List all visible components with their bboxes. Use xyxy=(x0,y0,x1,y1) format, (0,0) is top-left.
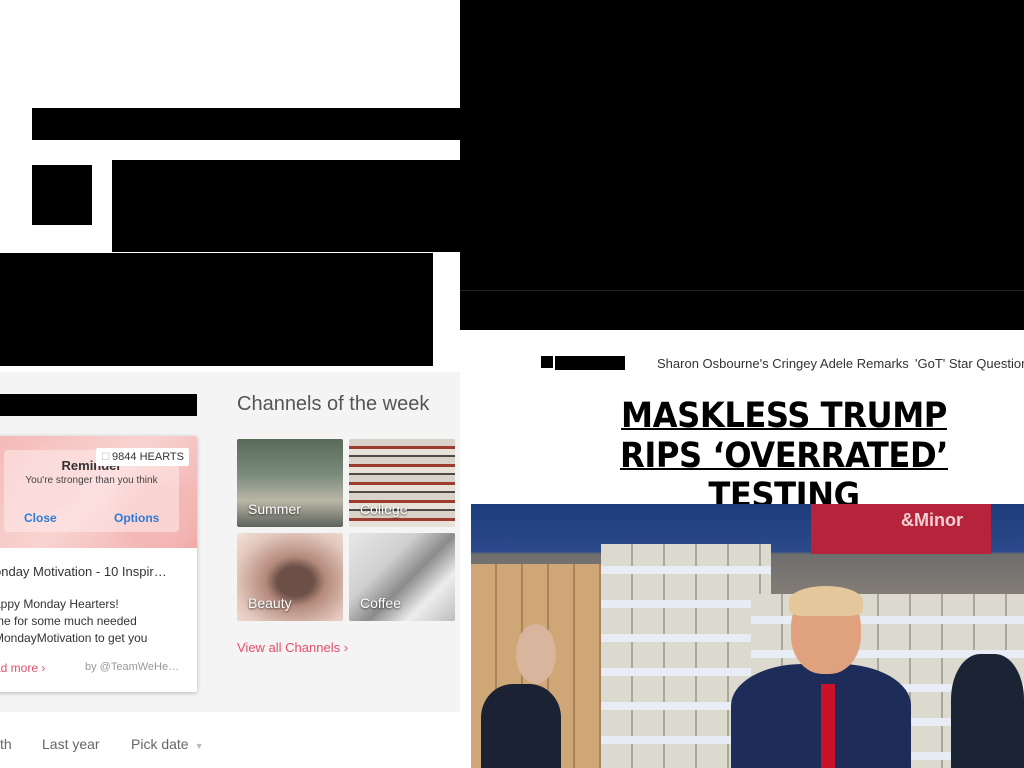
post-title[interactable]: onday Motivation - 10 Inspir… xyxy=(0,564,167,579)
read-more-link[interactable]: ad more › xyxy=(0,661,45,675)
redacted-block xyxy=(112,160,460,252)
redacted-block xyxy=(541,356,553,368)
channel-tile-college[interactable]: College xyxy=(349,439,455,527)
view-all-channels-link[interactable]: View all Channels › xyxy=(237,640,348,655)
redacted-block xyxy=(32,108,460,140)
banner-text: &Minor xyxy=(901,510,963,530)
redacted-block xyxy=(0,394,197,416)
channel-label: Beauty xyxy=(248,595,292,611)
filter-month[interactable]: th xyxy=(0,736,12,752)
filter-pick-date[interactable]: Pick date ▼ xyxy=(131,736,204,752)
redacted-block xyxy=(0,253,433,366)
post-excerpt: appy Monday Hearters! me for some much n… xyxy=(0,597,148,645)
hearts-badge[interactable]: ☐ 9844 HEARTS xyxy=(96,448,189,466)
channel-label: College xyxy=(360,501,408,517)
person-center-tie xyxy=(821,684,835,768)
channel-tile-summer[interactable]: Summer xyxy=(237,439,343,527)
post-image[interactable]: Reminder You're stronger than you think … xyxy=(0,436,197,548)
person-center-hair xyxy=(789,586,863,616)
news-pane: Sharon Osbourne's Cringey Adele Remarks … xyxy=(460,0,1024,768)
channel-label: Summer xyxy=(248,501,301,517)
post-author[interactable]: by @TeamWeHe… xyxy=(85,661,179,673)
headline-link[interactable]: MASKLESS TRUMP RIPS ‘OVERRATED’ TESTING xyxy=(587,396,981,516)
options-button[interactable]: Options xyxy=(114,511,159,525)
heart-icon: ☐ xyxy=(101,452,111,463)
pick-date-label: Pick date xyxy=(131,736,189,752)
left-pane: Channels of the week Reminder You're str… xyxy=(0,0,460,768)
trending-link[interactable]: Sharon Osbourne's Cringey Adele Remarks xyxy=(657,356,909,371)
trending-bar: Sharon Osbourne's Cringey Adele Remarks … xyxy=(460,354,1024,374)
channel-tile-coffee[interactable]: Coffee xyxy=(349,533,455,621)
close-button[interactable]: Close xyxy=(24,511,57,525)
person-left-head xyxy=(516,624,556,684)
channels-title: Channels of the week xyxy=(237,393,430,415)
redacted-header xyxy=(460,0,1024,330)
photo-banner: &Minor xyxy=(811,504,991,554)
news-photo[interactable]: &Minor xyxy=(471,504,1024,768)
chevron-down-icon: ▼ xyxy=(194,741,204,751)
redacted-block xyxy=(555,356,625,370)
reminder-subtitle: You're stronger than you think xyxy=(25,475,158,486)
hearts-count: 9844 HEARTS xyxy=(112,451,184,463)
channel-label: Coffee xyxy=(360,595,401,611)
filter-last-year[interactable]: Last year xyxy=(42,736,100,752)
divider xyxy=(460,290,1024,291)
trending-link[interactable]: 'GoT' Star Questions xyxy=(915,356,1024,371)
channel-tile-beauty[interactable]: Beauty xyxy=(237,533,343,621)
redacted-block xyxy=(32,165,92,225)
post-card[interactable]: Reminder You're stronger than you think … xyxy=(0,436,197,692)
person-left xyxy=(481,684,561,768)
person-right xyxy=(951,654,1024,768)
